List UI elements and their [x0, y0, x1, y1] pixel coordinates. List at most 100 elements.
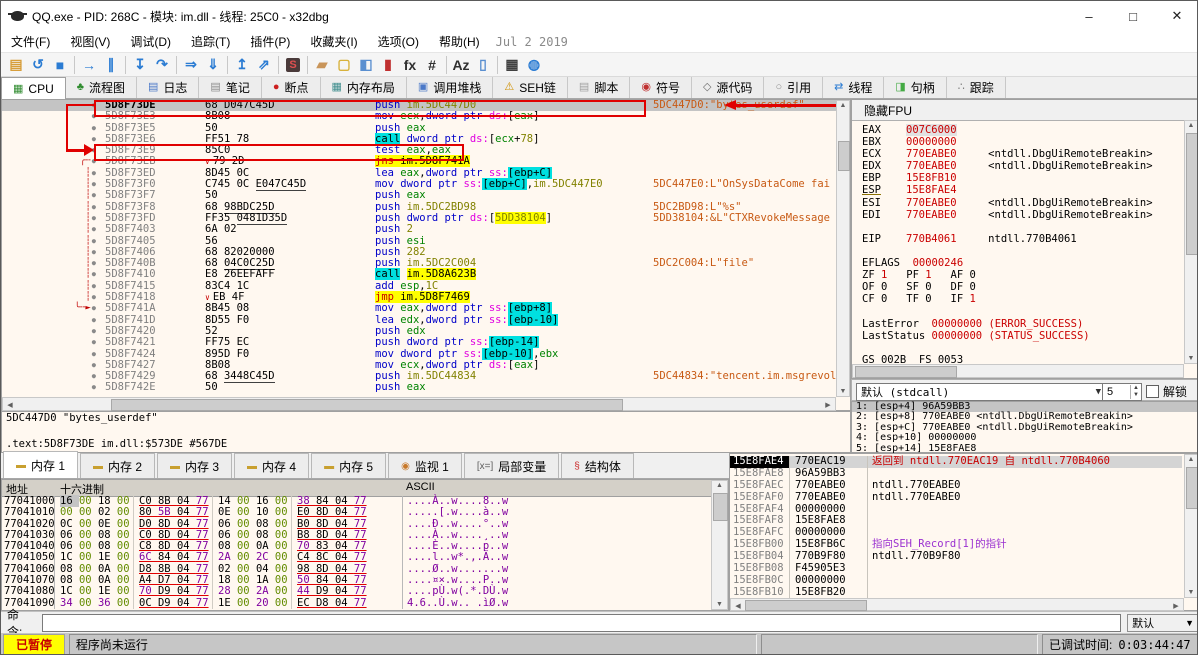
tab-dump-1[interactable]: ▬ 内存 1 — [3, 451, 79, 478]
tab-cpu[interactable]: ▦ CPU — [1, 77, 66, 101]
strings-icon[interactable]: S — [282, 55, 304, 75]
tab-locals[interactable]: [x=] 局部变量 — [463, 453, 560, 478]
spinner-arrows-icon[interactable]: ▲ ▼ — [1130, 385, 1141, 399]
breakpoint-dot-icon[interactable]: ● — [92, 315, 96, 326]
animate-into-icon[interactable]: ⇒ — [180, 55, 202, 75]
register-row[interactable]: ESI 770EABE0 <ntdll.DbgUiRemoteBreakin> — [862, 197, 1182, 209]
register-vscrollbar[interactable]: ▲ ▼ — [1184, 120, 1197, 364]
function-icon[interactable]: fx — [399, 55, 421, 75]
tab-notes[interactable]: ▤ 笔记 — [199, 77, 262, 98]
menu-item-0[interactable]: 文件(F) — [1, 35, 60, 49]
hide-fpu-button[interactable]: 隐藏FPU — [852, 100, 1197, 121]
tab-script[interactable]: ▤ 脚本 — [567, 77, 631, 98]
stack-row[interactable]: 15E8FB10 15E8FB20 — [730, 586, 1182, 599]
breakpoint-dot-icon[interactable]: ● — [92, 281, 96, 292]
unlock-checkbox[interactable]: 解锁 — [1146, 383, 1187, 400]
register-row[interactable] — [862, 221, 1182, 233]
hash-icon[interactable]: # — [421, 55, 443, 75]
register-row[interactable]: EBP 15E8FB10 — [862, 172, 1182, 184]
maximize-button[interactable]: □ — [1111, 1, 1155, 31]
dump-vscrollbar[interactable]: ▲ ▼ — [711, 480, 728, 610]
tab-call-stack[interactable]: ▣ 调用堆栈 — [406, 77, 494, 98]
tab-graph[interactable]: ♣ 流程图 — [65, 77, 137, 98]
breakpoint-dot-icon[interactable]: ● — [92, 382, 96, 393]
step-into-icon[interactable]: ↧ — [129, 55, 151, 75]
arg-count-stepper[interactable]: 5 ▲ ▼ — [1102, 383, 1142, 401]
scroll-right-icon[interactable]: ▶ — [823, 401, 833, 409]
menu-item-3[interactable]: 追踪(T) — [181, 35, 240, 49]
disasm-hscrollbar[interactable]: ◀ ▶ — [2, 397, 836, 411]
register-row[interactable]: OF 0 SF 0 DF 0 — [862, 281, 1182, 293]
tab-handles[interactable]: ◨ 句柄 — [884, 77, 947, 98]
register-row[interactable]: EIP 770B4061 ntdll.770B4061 — [862, 233, 1182, 245]
tab-memory-map[interactable]: ▦ 内存布局 — [320, 77, 407, 98]
menu-item-7[interactable]: 帮助(H) — [429, 35, 490, 49]
patch-icon[interactable]: ▰ — [311, 55, 333, 75]
assemble-icon[interactable]: Az — [450, 55, 472, 75]
open-file-icon[interactable]: ▤ — [5, 55, 27, 75]
stack-vscrollbar[interactable]: ▲ ▼ — [1184, 454, 1197, 598]
tab-watch-1[interactable]: ◉ 监视 1 — [388, 453, 462, 478]
breakpoint-dot-icon[interactable]: ● — [92, 326, 96, 337]
checkbox-icon[interactable] — [1146, 385, 1159, 398]
breakpoint-dot-icon[interactable]: ● — [92, 337, 96, 348]
menu-item-5[interactable]: 收藏夹(I) — [300, 35, 367, 49]
breakpoint-dot-icon[interactable]: ● — [92, 123, 96, 134]
register-row[interactable]: LastError 00000000 (ERROR_SUCCESS) — [862, 318, 1182, 330]
register-row[interactable]: EDX 770EABE0 <ntdll.DbgUiRemoteBreakin> — [862, 160, 1182, 172]
breakpoint-dot-icon[interactable]: ● — [92, 179, 96, 190]
tab-trace[interactable]: ∴ 跟踪 — [946, 77, 1006, 98]
scroll-left-icon[interactable]: ◀ — [5, 401, 15, 409]
step-out-icon[interactable]: ↥ — [231, 55, 253, 75]
stack-hscrollbar[interactable]: ◀ ▶ — [730, 598, 1184, 611]
comment-icon[interactable]: ▢ — [333, 55, 355, 75]
close-button[interactable]: ✕ — [1155, 1, 1197, 31]
tab-struct[interactable]: § 结构体 — [561, 453, 634, 478]
menu-item-6[interactable]: 选项(O) — [368, 35, 429, 49]
stop-icon[interactable]: ■ — [49, 55, 71, 75]
register-row[interactable]: EAX 007C6000 — [862, 124, 1182, 136]
internet-icon[interactable]: ◍ — [523, 55, 545, 75]
disasm-row[interactable]: ┆ ● 5D8F7403 6A 02 push 2 — [2, 223, 850, 235]
breakpoint-dot-icon[interactable]: ● — [92, 292, 96, 303]
register-row[interactable] — [862, 342, 1182, 354]
tab-symbols[interactable]: ◉ 符号 — [630, 77, 692, 98]
tab-threads[interactable]: ⇄ 线程 — [823, 77, 885, 98]
breakpoint-dot-icon[interactable]: ● — [92, 236, 96, 247]
tab-breakpoints[interactable]: ● 断点 — [261, 77, 321, 98]
breakpoint-dot-icon[interactable]: ● — [92, 360, 96, 371]
stack-row[interactable]: 15E8FB0C 00000000 — [730, 574, 1182, 587]
pause-icon[interactable]: ∥ — [100, 55, 122, 75]
register-row[interactable]: EDI 770EABE0 <ntdll.DbgUiRemoteBreakin> — [862, 209, 1182, 221]
breakpoint-dot-icon[interactable]: ● — [92, 349, 96, 360]
scroll-down-icon[interactable]: ▼ — [837, 388, 849, 395]
scroll-thumb[interactable] — [111, 399, 623, 411]
stack-row[interactable]: 15E8FAF0 770EABE0 ntdll.770EABE0 — [730, 491, 1182, 504]
breakpoint-dot-icon[interactable]: ● — [92, 168, 96, 179]
tab-seh-chain[interactable]: ⚠ SEH链 — [493, 77, 568, 98]
register-row[interactable]: LastStatus 00000000 (STATUS_SUCCESS) — [862, 330, 1182, 342]
register-row[interactable]: ESP 15E8FAE4 — [862, 184, 1182, 196]
scroll-up-icon[interactable]: ▲ — [837, 102, 849, 109]
disasm-vscrollbar[interactable]: ▲ ▼ — [836, 100, 850, 397]
breakpoint-dot-icon[interactable]: ● — [92, 202, 96, 213]
run-to-user-code-icon[interactable]: ⇗ — [253, 55, 275, 75]
stack-row[interactable]: 15E8FAE8 96A59BB3 — [730, 467, 1182, 480]
command-scope-dropdown[interactable]: 默认 ▼ — [1127, 613, 1197, 632]
menu-item-1[interactable]: 视图(V) — [60, 35, 120, 49]
calling-convention-select[interactable]: 默认 (stdcall) ▼ — [856, 383, 1106, 401]
disasm-row[interactable]: ● 5D8F742E 50 push eax — [2, 382, 850, 394]
stack-row[interactable]: 15E8FAEC 770EABE0 ntdll.770EABE0 — [730, 479, 1182, 492]
argument-row[interactable]: 4: [esp+10] 00000000 — [852, 432, 1197, 443]
register-row[interactable]: ZF 1 PF 1 AF 0 — [862, 269, 1182, 281]
breakpoint-dot-icon[interactable]: ● — [92, 258, 96, 269]
menu-item-4[interactable]: 插件(P) — [240, 35, 300, 49]
tab-log[interactable]: ▤ 日志 — [136, 77, 200, 98]
label-icon[interactable]: ◧ — [355, 55, 377, 75]
breakpoint-dot-icon[interactable]: ● — [92, 303, 96, 314]
minimize-button[interactable]: – — [1067, 1, 1111, 31]
tab-dump-2[interactable]: ▬ 内存 2 — [80, 453, 156, 478]
register-row[interactable]: EBX 00000000 — [862, 136, 1182, 148]
register-row[interactable]: EFLAGS 00000246 — [862, 257, 1182, 269]
dump-row[interactable]: 77041090 34 00 36 00 0C D9 04 77 1E 00 20 0… — [2, 597, 706, 609]
